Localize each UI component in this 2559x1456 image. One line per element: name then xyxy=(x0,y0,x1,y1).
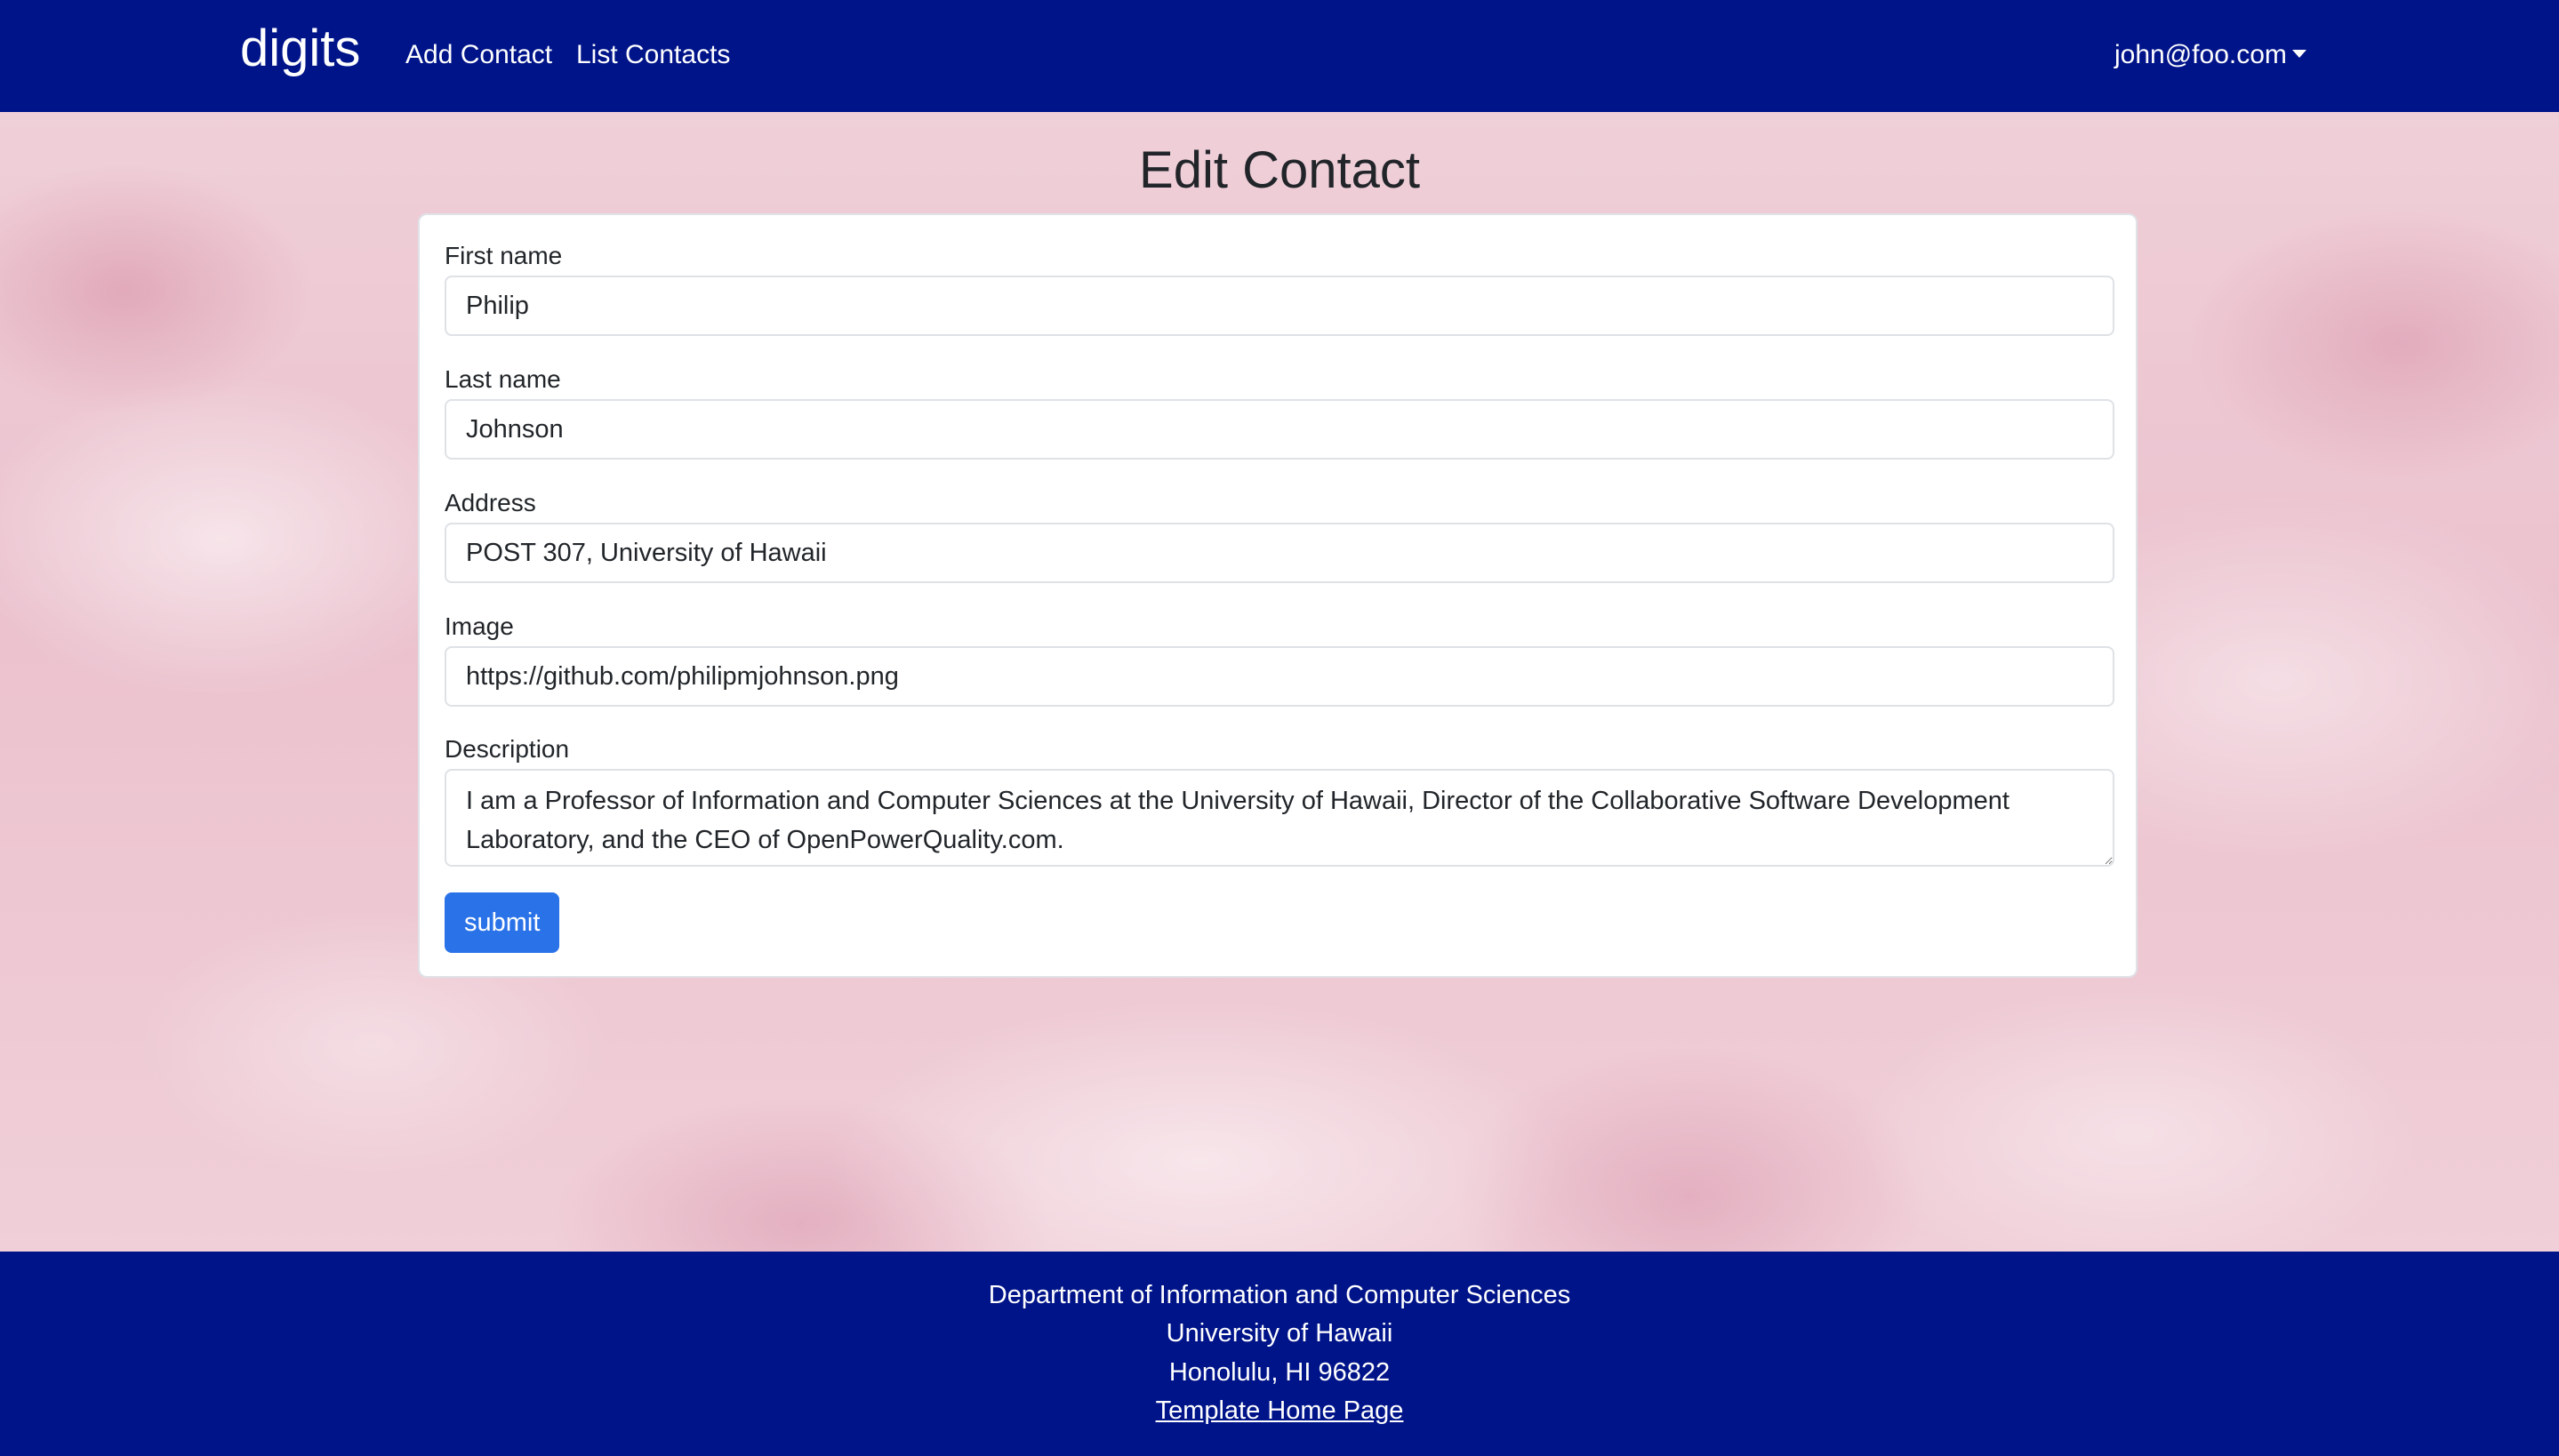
user-email: john@foo.com xyxy=(2114,40,2287,69)
edit-contact-form: First name Last name Address Image Descr… xyxy=(418,213,2138,978)
user-dropdown[interactable]: john@foo.com xyxy=(2114,36,2306,75)
brand-logo[interactable]: digits xyxy=(240,18,360,80)
nav-add-contact[interactable]: Add Contact xyxy=(405,36,552,75)
address-label: Address xyxy=(445,489,536,516)
top-navbar: digits Add Contact List Contacts john@fo… xyxy=(0,0,2559,112)
first-name-label: First name xyxy=(445,242,563,269)
footer-link-row: Template Home Page xyxy=(0,1392,2559,1429)
description-textarea[interactable]: I am a Professor of Information and Comp… xyxy=(445,769,2114,867)
template-home-link[interactable]: Template Home Page xyxy=(1156,1396,1404,1425)
page-title: Edit Contact xyxy=(1139,141,1420,199)
description-label: Description xyxy=(445,735,570,763)
address-input[interactable] xyxy=(445,523,2114,583)
last-name-input[interactable] xyxy=(445,399,2114,460)
nav-list-contacts[interactable]: List Contacts xyxy=(576,36,730,75)
first-name-input[interactable] xyxy=(445,276,2114,336)
submit-button[interactable]: submit xyxy=(445,892,560,953)
footer-location: Honolulu, HI 96822 xyxy=(1168,1358,1391,1387)
image-label: Image xyxy=(445,612,514,640)
image-url-input[interactable] xyxy=(445,646,2114,707)
footer: Department of Information and Computer S… xyxy=(0,1252,2559,1456)
footer-department: Department of Information and Computer S… xyxy=(988,1281,1571,1309)
last-name-label: Last name xyxy=(445,365,561,393)
footer-university: University of Hawaii xyxy=(1166,1319,1393,1348)
chevron-down-icon xyxy=(2291,49,2306,58)
